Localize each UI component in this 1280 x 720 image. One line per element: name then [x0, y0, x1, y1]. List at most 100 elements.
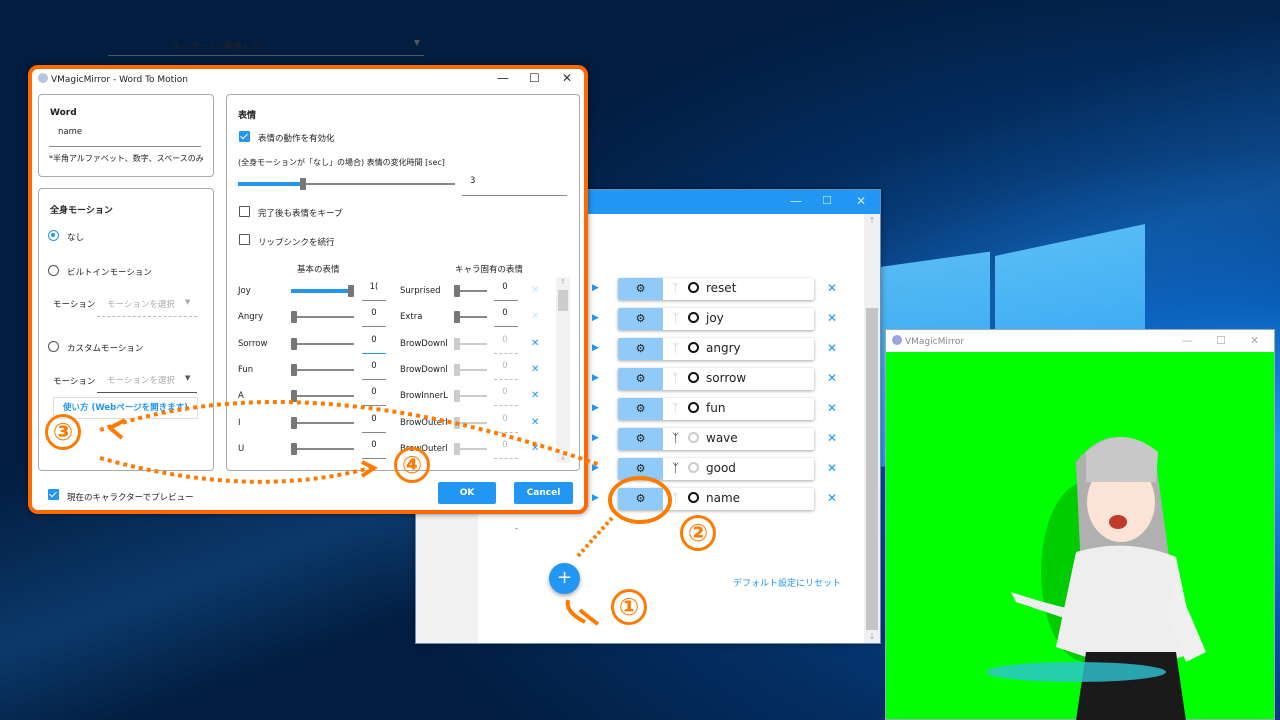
edit-settings-button[interactable]: ⚙ — [618, 428, 663, 450]
radio-builtin[interactable] — [48, 265, 59, 276]
basic-expression-slider[interactable] — [291, 285, 354, 297]
play-icon[interactable]: ▶ — [592, 343, 599, 353]
custom-expression-value[interactable]: 0 — [494, 282, 516, 292]
custom-expression-slider[interactable] — [454, 337, 487, 350]
edit-settings-button[interactable]: ⚙ — [618, 368, 663, 390]
delete-icon[interactable]: ✕ — [827, 401, 837, 415]
play-icon[interactable]: ▶ — [592, 493, 599, 503]
basic-expression-value[interactable]: 0 — [363, 414, 385, 424]
basic-expression-value[interactable]: 0 — [363, 335, 385, 345]
minimize-button[interactable]: — — [497, 71, 509, 85]
delete-expression-icon[interactable]: ✕ — [531, 364, 539, 375]
custom-expression-value[interactable]: 0 — [494, 361, 516, 371]
custom-expression-slider[interactable] — [454, 285, 487, 297]
slider-thumb[interactable] — [291, 337, 297, 350]
custom-expression-value[interactable]: 0 — [494, 440, 516, 450]
basic-expression-slider[interactable] — [291, 337, 354, 350]
edit-settings-button[interactable]: ⚙ — [618, 308, 663, 330]
custom-expression-value[interactable]: 0 — [494, 387, 516, 397]
custom-expression-value[interactable]: 0 — [494, 335, 516, 345]
reset-defaults-link[interactable]: デフォルト設定にリセット — [733, 576, 841, 589]
add-item-button[interactable]: + — [549, 563, 580, 594]
delete-icon[interactable]: ✕ — [827, 341, 837, 355]
basic-expression-slider[interactable] — [291, 390, 354, 403]
maximize-button[interactable]: ☐ — [1216, 334, 1226, 347]
close-button[interactable]: ✕ — [856, 194, 866, 208]
minimize-button[interactable]: — — [790, 194, 802, 208]
duration-value[interactable]: 3 — [470, 176, 475, 186]
keep-expression-checkbox[interactable] — [239, 206, 250, 217]
delete-icon[interactable]: ✕ — [827, 371, 837, 385]
delete-icon[interactable]: ✕ — [827, 491, 837, 505]
expression-scrollbar[interactable]: ↑ ↓ — [556, 277, 570, 463]
scroll-thumb[interactable] — [558, 290, 568, 311]
builtin-motion-select[interactable]: モーションを選択 ▼ — [97, 294, 197, 317]
radio-none[interactable] — [48, 230, 59, 241]
ok-button[interactable]: OK — [438, 482, 496, 504]
basic-expression-value[interactable]: 1( — [363, 282, 385, 292]
preview-checkbox[interactable] — [48, 489, 59, 500]
edit-settings-button[interactable]: ⚙ — [618, 338, 663, 360]
play-icon[interactable]: ▶ — [592, 373, 599, 383]
scroll-down-arrow-icon[interactable]: ↓ — [864, 632, 880, 641]
maximize-button[interactable]: ☐ — [822, 194, 832, 207]
delete-expression-icon[interactable]: ✕ — [531, 443, 539, 454]
slider-thumb[interactable] — [454, 285, 460, 297]
slider-thumb[interactable] — [454, 337, 460, 350]
custom-expression-slider[interactable] — [454, 363, 487, 376]
enable-expression-checkbox[interactable] — [239, 131, 250, 142]
device-select[interactable]: キーボード (単語入力) ▼ — [108, 36, 424, 56]
delete-icon[interactable]: ✕ — [827, 311, 837, 325]
custom-motion-select[interactable]: モーションを選択 ▼ — [97, 370, 197, 393]
basic-expression-slider[interactable] — [291, 416, 354, 429]
minimize-button[interactable]: — — [1182, 334, 1193, 347]
edit-settings-button[interactable]: ⚙ — [618, 488, 663, 510]
edit-settings-button[interactable]: ⚙ — [618, 458, 663, 480]
delete-icon[interactable]: ✕ — [827, 431, 837, 445]
slider-thumb[interactable] — [291, 442, 297, 455]
custom-expression-value[interactable]: 0 — [494, 308, 516, 318]
custom-expression-slider[interactable] — [454, 442, 487, 455]
lipsync-checkbox[interactable] — [239, 234, 250, 245]
slider-thumb[interactable] — [454, 311, 460, 324]
delete-expression-icon[interactable]: ✕ — [531, 390, 539, 401]
basic-expression-value[interactable]: 0 — [363, 440, 385, 450]
custom-expression-slider[interactable] — [454, 311, 487, 324]
delete-icon[interactable]: ✕ — [827, 281, 837, 295]
delete-expression-icon[interactable]: ✕ — [531, 285, 539, 296]
slider-thumb[interactable] — [454, 442, 460, 455]
scroll-up-arrow-icon[interactable]: ↑ — [556, 278, 570, 286]
scroll-thumb[interactable] — [866, 308, 878, 630]
slider-thumb[interactable] — [291, 311, 297, 324]
custom-expression-slider[interactable] — [454, 390, 487, 403]
play-icon[interactable]: ▶ — [592, 433, 599, 443]
basic-expression-value[interactable]: 0 — [363, 387, 385, 397]
slider-thumb[interactable] — [300, 178, 307, 190]
word-input[interactable]: name — [58, 127, 82, 137]
close-button[interactable]: ✕ — [562, 71, 572, 85]
basic-expression-slider[interactable] — [291, 363, 354, 376]
edit-settings-button[interactable]: ⚙ — [618, 398, 663, 420]
duration-slider[interactable] — [238, 178, 455, 190]
play-icon[interactable]: ▶ — [592, 403, 599, 413]
basic-expression-value[interactable]: 0 — [363, 361, 385, 371]
slider-thumb[interactable] — [454, 390, 460, 403]
delete-expression-icon[interactable]: ✕ — [531, 417, 539, 428]
slider-thumb[interactable] — [291, 416, 297, 429]
custom-expression-value[interactable]: 0 — [494, 414, 516, 424]
play-icon[interactable]: ▶ — [592, 463, 599, 473]
play-icon[interactable]: ▶ — [592, 283, 599, 293]
slider-thumb[interactable] — [454, 363, 460, 376]
slider-thumb[interactable] — [291, 390, 297, 403]
close-button[interactable]: ✕ — [1250, 334, 1259, 347]
play-icon[interactable]: ▶ — [592, 313, 599, 323]
cancel-button[interactable]: Cancel — [514, 482, 573, 504]
slider-thumb[interactable] — [291, 363, 297, 376]
settings-scrollbar[interactable]: ↑ ↓ — [864, 214, 880, 643]
basic-expression-slider[interactable] — [291, 311, 354, 324]
custom-expression-slider[interactable] — [454, 416, 487, 429]
radio-custom[interactable] — [48, 341, 59, 352]
slider-thumb[interactable] — [348, 285, 354, 297]
maximize-button[interactable]: ☐ — [529, 71, 540, 85]
edit-settings-button[interactable]: ⚙ — [618, 278, 663, 300]
